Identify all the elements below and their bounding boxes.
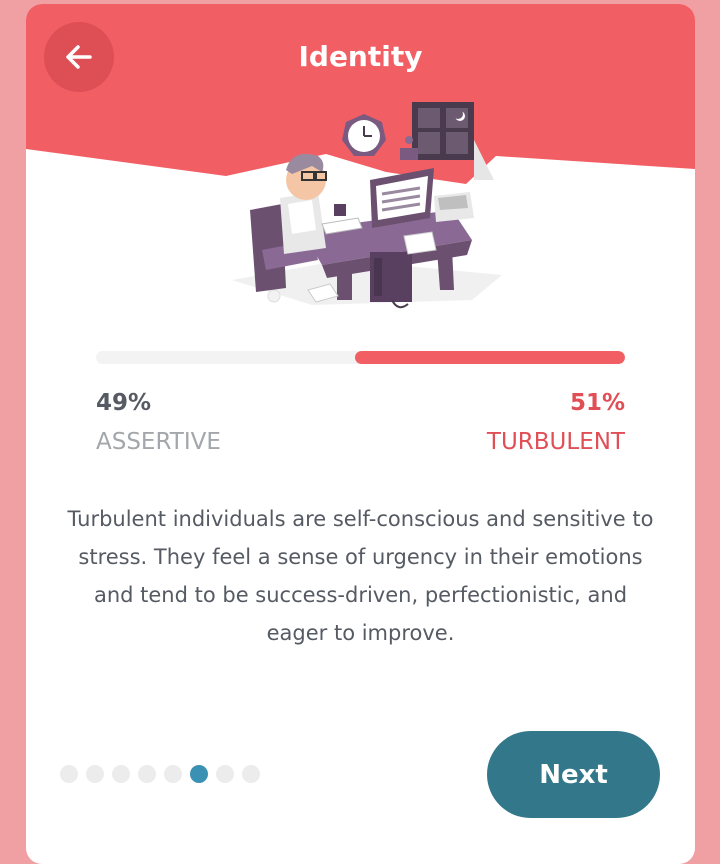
trait-progress-bar (96, 351, 625, 364)
pagination-dot (60, 765, 78, 783)
pagination-dot (138, 765, 156, 783)
pagination-dot (216, 765, 234, 783)
trait-card: Identity 49% 51% ASSERTIVE TURBULENT Tur… (26, 4, 695, 864)
pagination-dot (112, 765, 130, 783)
pagination-dot (86, 765, 104, 783)
turbulent-percent: 51% (569, 390, 625, 416)
trait-description: Turbulent individuals are self-conscious… (67, 507, 654, 645)
pagination-dot-active (190, 765, 208, 783)
pagination-dots (60, 765, 260, 783)
trait-progress-fill (355, 351, 625, 364)
assertive-label: ASSERTIVE (96, 429, 221, 455)
pagination-dot (242, 765, 260, 783)
next-button[interactable]: Next (487, 731, 660, 818)
assertive-percent: 49% (96, 390, 152, 416)
page-title: Identity (298, 40, 423, 73)
pagination-dot (164, 765, 182, 783)
next-button-label: Next (539, 759, 608, 790)
person-at-desk-illustration (232, 102, 502, 309)
turbulent-label: TURBULENT (486, 429, 625, 455)
